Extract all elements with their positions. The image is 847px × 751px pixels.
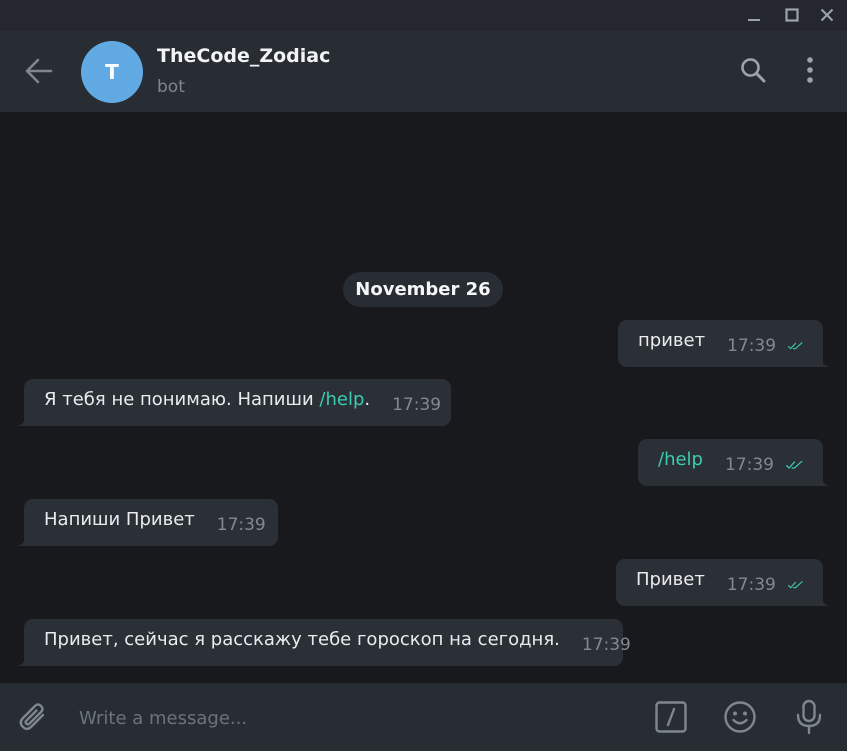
message-time: 17:39	[581, 634, 631, 655]
minimize-icon[interactable]	[742, 2, 766, 28]
message-outgoing[interactable]: Привет 17:39	[616, 559, 832, 606]
message-text: Я тебя не понимаю. Напиши /help.	[44, 389, 371, 410]
close-icon[interactable]	[815, 2, 839, 28]
message-input[interactable]	[62, 694, 641, 742]
avatar-letter: T	[105, 60, 119, 84]
more-vertical-icon[interactable]	[795, 55, 825, 85]
message-time: 17:39	[726, 574, 776, 595]
maximize-icon[interactable]	[780, 2, 804, 28]
message-time: 17:39	[724, 454, 774, 475]
bubble-tail	[15, 536, 25, 546]
bubble-tail	[822, 476, 832, 486]
avatar[interactable]: T	[81, 41, 143, 103]
paperclip-icon[interactable]	[16, 700, 52, 736]
command-link[interactable]: /help	[319, 389, 364, 410]
message-text: Привет	[636, 569, 705, 590]
message-incoming[interactable]: Я тебя не понимаю. Напиши /help. 17:39	[15, 379, 451, 426]
message-composer	[0, 683, 847, 751]
bubble-tail	[15, 416, 25, 426]
message-incoming[interactable]: Напиши Привет 17:39	[15, 499, 278, 546]
message-text: Напиши Привет	[44, 509, 195, 530]
message-list[interactable]: November 26 привет 17:39 Я тебя не поним…	[0, 112, 847, 683]
double-check-icon	[788, 342, 803, 350]
message-time: 17:39	[727, 335, 777, 356]
message-text: Привет, сейчас я расскажу тебе гороскоп …	[44, 629, 560, 650]
emoji-icon[interactable]	[720, 697, 760, 737]
message-incoming[interactable]: Привет, сейчас я расскажу тебе гороскоп …	[15, 619, 631, 666]
bubble-tail	[822, 357, 832, 367]
message-outgoing[interactable]: привет 17:39	[618, 320, 832, 367]
search-icon[interactable]	[738, 55, 768, 85]
message-time: 17:39	[216, 514, 266, 535]
message-text: привет	[638, 330, 706, 351]
bot-commands-icon[interactable]	[651, 697, 691, 737]
command-link[interactable]: /help	[658, 449, 703, 470]
message-time: 17:39	[392, 394, 442, 415]
double-check-icon	[785, 460, 803, 469]
bubble-tail	[15, 656, 25, 666]
window-titlebar	[0, 0, 847, 31]
double-check-icon	[787, 581, 803, 589]
message-outgoing[interactable]: /help 17:39	[638, 439, 832, 486]
bubble-tail	[822, 596, 832, 606]
chat-title[interactable]: TheCode_Zodiac	[157, 45, 330, 67]
chat-header: T TheCode_Zodiac bot	[0, 31, 847, 112]
microphone-icon[interactable]	[789, 697, 829, 737]
date-separator: November 26	[343, 272, 503, 307]
chat-status: bot	[157, 77, 185, 97]
back-arrow-icon[interactable]	[24, 57, 54, 85]
